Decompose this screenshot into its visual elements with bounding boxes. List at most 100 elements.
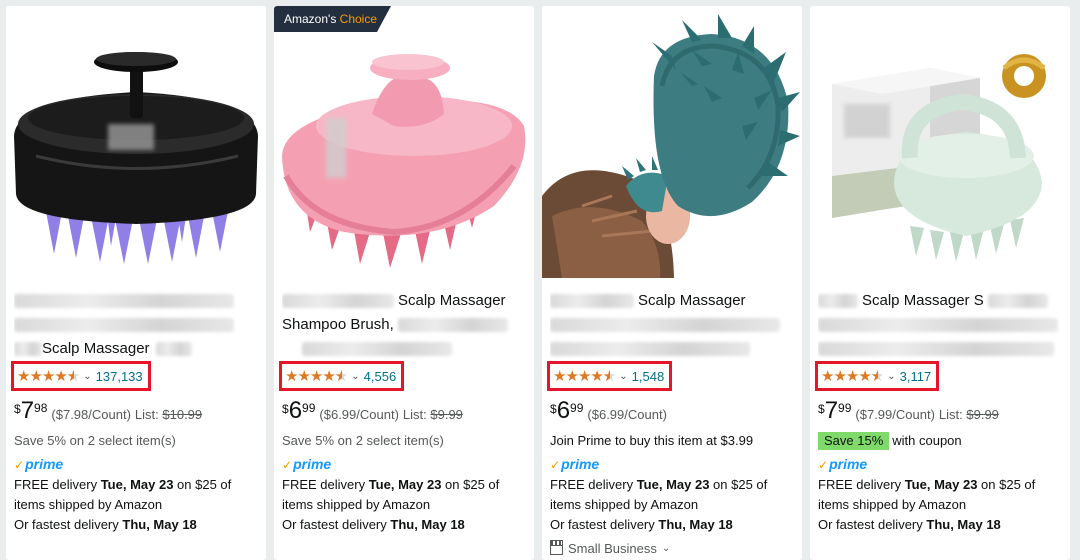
pink-scalp-brush-image xyxy=(274,6,534,278)
delivery-info: FREE delivery Tue, May 23 on $25 of xyxy=(282,475,526,495)
price-fraction: 99 xyxy=(570,401,584,415)
delivery-info: FREE delivery Tue, May 23 on $25 of xyxy=(550,475,794,495)
product-card[interactable]: Scalp Massager ★★★★★ ⌄ 1,548 $ 6 99 ($6.… xyxy=(542,6,802,560)
fastest-delivery: Or fastest delivery Thu, May 18 xyxy=(550,515,794,535)
star-rating-icon[interactable]: ★★★★★ xyxy=(17,369,80,384)
chevron-down-icon[interactable]: ⌄ xyxy=(887,371,895,382)
price-fraction: 98 xyxy=(34,401,48,415)
rating-highlight[interactable]: ★★★★★ ⌄ 4,556 xyxy=(279,361,405,391)
fastest-delivery: Or fastest delivery Thu, May 18 xyxy=(282,515,526,535)
product-card[interactable]: Scalp Massager S ★★★★★ ⌄ 3,117 $ 7 99 ($… xyxy=(810,6,1070,560)
prime-label: prime xyxy=(561,456,600,472)
list-price-label: List: xyxy=(938,407,963,422)
price[interactable]: $ 7 98 ($7.98/Count) List: $10.99 xyxy=(14,399,258,425)
product-title-text[interactable]: Scalp Massager xyxy=(42,340,150,357)
review-count[interactable]: 137,133 xyxy=(96,369,143,384)
unit-price: ($6.99/Count) xyxy=(319,407,399,422)
price[interactable]: $ 7 99 ($7.99/Count) List: $9.99 xyxy=(818,399,1062,425)
product-title[interactable]: Scalp Massager xyxy=(550,289,794,313)
coupon-info[interactable]: Save 15% with coupon xyxy=(818,431,1062,451)
chevron-down-icon[interactable]: ⌄ xyxy=(619,371,627,382)
price-symbol: $ xyxy=(550,402,557,416)
small-business-label[interactable]: Small Business xyxy=(568,541,657,556)
coupon-text: with coupon xyxy=(892,433,962,448)
delivery-suffix: on $25 of xyxy=(977,477,1036,492)
product-image[interactable] xyxy=(274,6,534,278)
product-image[interactable] xyxy=(6,6,266,278)
badge-highlight: Choice xyxy=(339,12,378,26)
delivery-prefix: FREE delivery xyxy=(818,477,905,492)
fastest-delivery: Or fastest delivery Thu, May 18 xyxy=(14,515,258,535)
product-title-text[interactable]: Shampoo Brush, xyxy=(282,316,394,333)
product-card[interactable]: Scalp Massager ★★★★★ ⌄ 137,133 $ 7 98 ($… xyxy=(6,6,266,560)
star-rating-icon[interactable]: ★★★★★ xyxy=(285,369,348,384)
chevron-down-icon[interactable]: ⌄ xyxy=(83,371,91,382)
delivery-date: Tue, May 23 xyxy=(100,477,174,492)
product-title[interactable] xyxy=(14,313,258,337)
product-title[interactable] xyxy=(550,313,794,337)
list-price-label: List: xyxy=(134,407,159,422)
product-title-text[interactable]: Scalp Massager S xyxy=(862,292,984,309)
delivery-date: Tue, May 23 xyxy=(904,477,978,492)
star-rating-icon[interactable]: ★★★★★ xyxy=(553,369,616,384)
product-title-text[interactable]: Scalp Massager xyxy=(638,292,746,309)
rating-highlight[interactable]: ★★★★★ ⌄ 1,548 xyxy=(547,361,673,391)
price[interactable]: $ 6 99 ($6.99/Count) List: $9.99 xyxy=(282,399,526,425)
prime-label: prime xyxy=(293,456,332,472)
list-price: List: $9.99 xyxy=(939,407,999,422)
delivery-info: FREE delivery Tue, May 23 on $25 of xyxy=(818,475,1062,495)
prime-logo: ✓prime xyxy=(818,454,1062,475)
fastest-date: Thu, May 18 xyxy=(658,517,733,532)
storefront-icon xyxy=(550,539,563,555)
prime-logo: ✓prime xyxy=(550,454,794,475)
product-title[interactable]: Scalp Massager xyxy=(14,337,258,361)
promo-text[interactable]: Join Prime to buy this item at $3.99 xyxy=(550,431,794,451)
prime-label: prime xyxy=(829,456,868,472)
fastest-prefix: Or fastest delivery xyxy=(14,517,123,532)
unit-price: ($7.99/Count) xyxy=(855,407,935,422)
product-title-text[interactable]: Scalp Massager xyxy=(398,292,506,309)
fastest-delivery: Or fastest delivery Thu, May 18 xyxy=(818,515,1062,535)
price[interactable]: $ 6 99 ($6.99/Count) xyxy=(550,399,794,425)
list-price-value: $9.99 xyxy=(966,407,999,422)
promo-text: Save 5% on 2 select item(s) xyxy=(282,433,444,448)
delivery-prefix: FREE delivery xyxy=(282,477,369,492)
review-count[interactable]: 3,117 xyxy=(900,369,932,384)
chevron-down-icon[interactable]: ⌄ xyxy=(662,543,670,554)
fastest-prefix: Or fastest delivery xyxy=(550,517,659,532)
product-title[interactable]: Scalp Massager xyxy=(282,289,526,313)
review-count[interactable]: 1,548 xyxy=(632,369,665,384)
product-title[interactable] xyxy=(818,337,1062,361)
price-symbol: $ xyxy=(14,402,21,416)
price-whole: 7 xyxy=(20,397,35,424)
product-title[interactable] xyxy=(282,337,526,361)
product-title[interactable] xyxy=(14,289,258,313)
black-scalp-brush-image xyxy=(6,6,266,278)
check-icon: ✓ xyxy=(550,458,561,472)
delivery-line-2: items shipped by Amazon xyxy=(282,497,431,512)
product-image[interactable] xyxy=(810,6,1070,278)
small-business-badge[interactable]: Small Business ⌄ xyxy=(550,539,794,556)
delivery-info: FREE delivery Tue, May 23 on $25 of xyxy=(14,475,258,495)
prime-logo: ✓prime xyxy=(282,454,526,475)
check-icon: ✓ xyxy=(282,458,293,472)
product-card[interactable]: Amazon's Choice Scalp Massager Shampoo B… xyxy=(274,6,534,560)
coupon-badge[interactable]: Save 15% xyxy=(818,432,890,450)
star-rating-icon[interactable]: ★★★★★ xyxy=(821,369,884,384)
product-title[interactable] xyxy=(550,337,794,361)
chevron-down-icon[interactable]: ⌄ xyxy=(351,371,359,382)
product-title[interactable]: Shampoo Brush, xyxy=(282,313,526,337)
product-image[interactable] xyxy=(542,6,802,278)
product-title[interactable]: Scalp Massager S xyxy=(818,289,1062,313)
list-price-label: List: xyxy=(402,407,427,422)
price-symbol: $ xyxy=(818,402,825,416)
rating-highlight[interactable]: ★★★★★ ⌄ 137,133 xyxy=(11,361,151,391)
review-count[interactable]: 4,556 xyxy=(364,369,397,384)
rating-highlight[interactable]: ★★★★★ ⌄ 3,117 xyxy=(815,361,940,391)
green-scalp-brush-image xyxy=(810,6,1070,278)
product-grid: Scalp Massager ★★★★★ ⌄ 137,133 $ 7 98 ($… xyxy=(6,6,1070,560)
price-whole: 6 xyxy=(556,397,571,424)
fastest-date: Thu, May 18 xyxy=(390,517,465,532)
product-title[interactable] xyxy=(818,313,1062,337)
price-whole: 7 xyxy=(824,397,839,424)
